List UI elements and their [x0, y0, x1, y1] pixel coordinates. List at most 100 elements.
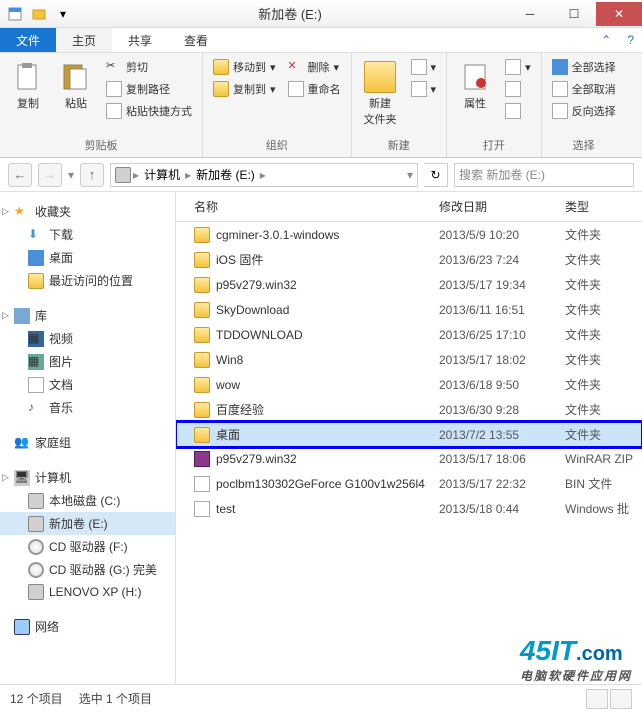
- col-type[interactable]: 类型: [557, 192, 642, 221]
- file-row[interactable]: test2013/5/18 0:44Windows 批: [176, 496, 642, 521]
- delete-button[interactable]: ✕删除 ▾: [286, 57, 343, 77]
- view-details-button[interactable]: [586, 689, 608, 709]
- picture-icon: ▦: [28, 354, 44, 370]
- file-name: p95v279.win32: [216, 452, 297, 466]
- nav-favorites[interactable]: ▷★收藏夹: [0, 200, 175, 223]
- nav-videos[interactable]: ▦视频: [0, 327, 175, 350]
- file-date: 2013/5/9 10:20: [431, 226, 557, 244]
- nav-downloads[interactable]: ⬇下载: [0, 223, 175, 246]
- minimize-button[interactable]: ─: [508, 2, 552, 26]
- maximize-button[interactable]: ☐: [552, 2, 596, 26]
- edit-button[interactable]: [503, 79, 533, 99]
- file-list: cgminer-3.0.1-windows2013/5/9 10:20文件夹iO…: [176, 222, 642, 521]
- file-row[interactable]: p95v279.win322013/5/17 18:06WinRAR ZIP: [176, 447, 642, 471]
- moveto-button[interactable]: 移动到 ▾: [211, 57, 278, 77]
- file-row[interactable]: 桌面2013/7/2 13:55文件夹: [176, 422, 642, 447]
- pasteshortcut-button[interactable]: 粘贴快捷方式: [104, 101, 194, 121]
- drive-e-icon: [28, 516, 44, 532]
- qat-dropdown-icon[interactable]: ▾: [54, 5, 72, 23]
- nav-pictures[interactable]: ▦图片: [0, 350, 175, 373]
- nav-drive-e[interactable]: 新加卷 (E:): [0, 512, 175, 535]
- newitem-button[interactable]: ▾: [409, 57, 439, 77]
- file-type: 文件夹: [557, 274, 642, 295]
- crumb-computer[interactable]: 计算机: [141, 166, 183, 183]
- drive-c-icon: [28, 493, 44, 509]
- newfolder-button[interactable]: 新建 文件夹: [360, 57, 401, 131]
- crumb-drive[interactable]: 新加卷 (E:): [193, 166, 258, 183]
- col-name[interactable]: 名称: [176, 192, 431, 221]
- content-area: ▷★收藏夹 ⬇下载 桌面 最近访问的位置 ▷库 ▦视频 ▦图片 文档 ♪音乐 👥…: [0, 192, 642, 684]
- file-row[interactable]: poclbm130302GeForce G100v1w256l42013/5/1…: [176, 471, 642, 496]
- selectnone-button[interactable]: 全部取消: [550, 79, 618, 99]
- folder-icon: [194, 327, 210, 343]
- back-button[interactable]: ←: [8, 163, 32, 187]
- qat-newfolder-icon[interactable]: [30, 5, 48, 23]
- file-row[interactable]: TDDOWNLOAD2013/6/25 17:10文件夹: [176, 322, 642, 347]
- help-button[interactable]: ?: [619, 28, 642, 52]
- forward-button[interactable]: →: [38, 163, 62, 187]
- nav-music[interactable]: ♪音乐: [0, 396, 175, 419]
- rename-icon: [288, 81, 304, 97]
- quick-access-toolbar: ▾: [0, 5, 72, 23]
- recent-dropdown[interactable]: ▾: [68, 168, 74, 182]
- nav-libraries[interactable]: ▷库: [0, 304, 175, 327]
- history-button[interactable]: [503, 101, 533, 121]
- view-icons-button[interactable]: [610, 689, 632, 709]
- file-date: 2013/6/25 17:10: [431, 326, 557, 344]
- file-row[interactable]: SkyDownload2013/6/11 16:51文件夹: [176, 297, 642, 322]
- drive-icon: [115, 167, 131, 183]
- file-row[interactable]: 百度经验2013/6/30 9:28文件夹: [176, 397, 642, 422]
- nav-desktop[interactable]: 桌面: [0, 246, 175, 269]
- selectall-button[interactable]: 全部选择: [550, 57, 618, 77]
- file-row[interactable]: wow2013/6/18 9:50文件夹: [176, 372, 642, 397]
- title-bar: ▾ 新加卷 (E:) ─ ☐ ✕: [0, 0, 642, 28]
- nav-drive-f[interactable]: CD 驱动器 (F:): [0, 535, 175, 558]
- ribbon-group-clipboard: 复制 粘贴 ✂剪切 复制路径 粘贴快捷方式 剪贴板: [0, 53, 203, 157]
- tab-view[interactable]: 查看: [168, 28, 224, 52]
- search-input[interactable]: 搜索 新加卷 (E:): [454, 163, 634, 187]
- easyaccess-icon: [411, 81, 427, 97]
- file-list-area: 名称 修改日期 类型 cgminer-3.0.1-windows2013/5/9…: [176, 192, 642, 684]
- paste-button[interactable]: 粘贴: [56, 57, 96, 115]
- rename-button[interactable]: 重命名: [286, 79, 343, 99]
- col-date[interactable]: 修改日期: [431, 192, 557, 221]
- file-row[interactable]: Win82013/5/17 18:02文件夹: [176, 347, 642, 372]
- file-row[interactable]: cgminer-3.0.1-windows2013/5/9 10:20文件夹: [176, 222, 642, 247]
- watermark: 45IT.com 电脑软硬件应用网: [520, 635, 632, 684]
- nav-network[interactable]: 网络: [0, 615, 175, 638]
- file-type: 文件夹: [557, 299, 642, 320]
- tab-file[interactable]: 文件: [0, 28, 56, 52]
- breadcrumb[interactable]: ▸ 计算机 ▸ 新加卷 (E:) ▸ ▾: [110, 163, 418, 187]
- file-row[interactable]: iOS 固件2013/6/23 7:24文件夹: [176, 247, 642, 272]
- open-button[interactable]: ▾: [503, 57, 533, 77]
- address-dropdown[interactable]: ▾: [407, 168, 413, 182]
- tab-share[interactable]: 共享: [112, 28, 168, 52]
- nav-computer[interactable]: ▷🖥计算机: [0, 466, 175, 489]
- refresh-button[interactable]: ↻: [424, 163, 448, 187]
- up-button[interactable]: ↑: [80, 163, 104, 187]
- close-button[interactable]: ✕: [596, 2, 642, 26]
- nav-drive-g[interactable]: CD 驱动器 (G:) 完美: [0, 558, 175, 581]
- nav-documents[interactable]: 文档: [0, 373, 175, 396]
- file-row[interactable]: p95v279.win322013/5/17 19:34文件夹: [176, 272, 642, 297]
- nav-recent[interactable]: 最近访问的位置: [0, 269, 175, 292]
- properties-button[interactable]: 属性: [455, 57, 495, 115]
- qat-properties-icon[interactable]: [6, 5, 24, 23]
- easyaccess-button[interactable]: ▾: [409, 79, 439, 99]
- window-title: 新加卷 (E:): [72, 4, 508, 23]
- tab-home[interactable]: 主页: [56, 28, 112, 52]
- file-date: 2013/5/17 18:06: [431, 450, 557, 468]
- copypath-button[interactable]: 复制路径: [104, 79, 194, 99]
- file-icon: [194, 476, 210, 492]
- copy-button[interactable]: 复制: [8, 57, 48, 115]
- invertselect-button[interactable]: 反向选择: [550, 101, 618, 121]
- open-icon: [505, 59, 521, 75]
- collapse-ribbon-button[interactable]: ⌃: [593, 28, 619, 52]
- cut-button[interactable]: ✂剪切: [104, 57, 194, 77]
- nav-drive-c[interactable]: 本地磁盘 (C:): [0, 489, 175, 512]
- copyto-button[interactable]: 复制到 ▾: [211, 79, 278, 99]
- address-bar: ← → ▾ ↑ ▸ 计算机 ▸ 新加卷 (E:) ▸ ▾ ↻ 搜索 新加卷 (E…: [0, 158, 642, 192]
- nav-homegroup[interactable]: 👥家庭组: [0, 431, 175, 454]
- file-date: 2013/5/18 0:44: [431, 500, 557, 518]
- nav-drive-h[interactable]: LENOVO XP (H:): [0, 581, 175, 603]
